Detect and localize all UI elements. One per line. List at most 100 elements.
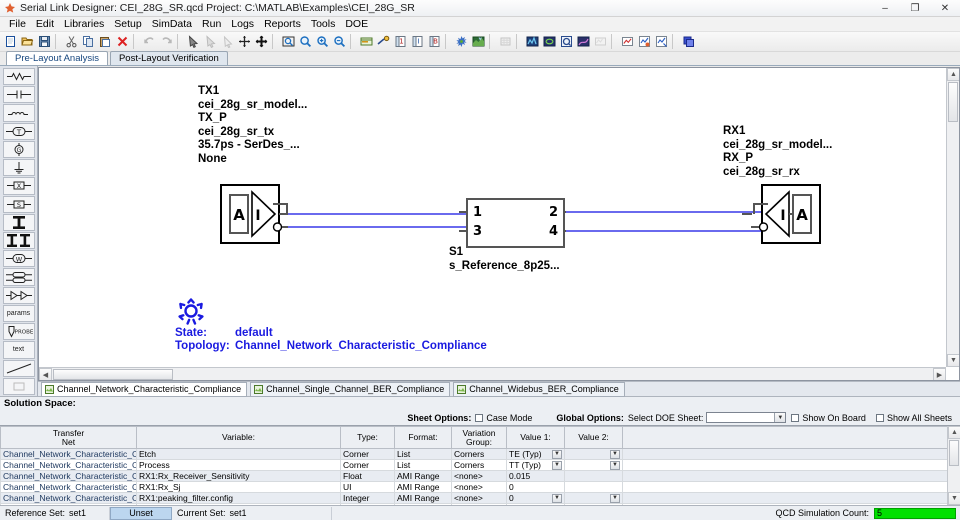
cell-type[interactable]: String — [341, 504, 395, 506]
cell-transfer-net[interactable]: Channel_Network_Characteristic_Complianc… — [1, 482, 137, 493]
cell-format[interactable]: List — [395, 449, 452, 460]
sparam-tool[interactable]: S — [3, 196, 35, 213]
cell-variation-group[interactable]: <none> — [452, 482, 507, 493]
check-blue-icon[interactable] — [636, 33, 653, 50]
sheet-tab-network-characteristic[interactable]: Channel_Network_Characteristic_Complianc… — [41, 382, 247, 397]
delete-icon[interactable] — [114, 33, 131, 50]
plot-eye-icon[interactable] — [541, 33, 558, 50]
net-icon[interactable] — [375, 33, 392, 50]
solution-space-table-wrapper[interactable]: TransferNet Variable: Type: Format: Vari… — [0, 425, 960, 505]
source-tool[interactable]: G — [3, 141, 35, 158]
cell-format[interactable]: List — [395, 460, 452, 471]
col-transfer-net[interactable]: TransferNet — [1, 427, 137, 449]
cell-value2[interactable]: ▼ — [565, 504, 623, 506]
menu-libraries[interactable]: Libraries — [59, 17, 109, 31]
scroll-left-arrow[interactable]: ◀ — [39, 368, 52, 381]
w-element-tool[interactable]: W — [3, 250, 35, 267]
solve-icon[interactable] — [453, 33, 470, 50]
inductor-tool[interactable] — [3, 104, 35, 121]
cell-variation-group[interactable]: Corners — [452, 449, 507, 460]
cell-filler[interactable] — [623, 482, 948, 493]
check-blue2-icon[interactable] — [653, 33, 670, 50]
table-row[interactable]: Channel_Network_Characteristic_Complianc… — [1, 493, 948, 504]
unset-button[interactable]: Unset — [110, 507, 172, 520]
table-row[interactable]: Channel_Network_Characteristic_Complianc… — [1, 449, 948, 460]
cell-value2[interactable] — [565, 471, 623, 482]
select-line-icon[interactable] — [219, 33, 236, 50]
canvas-horizontal-scrollbar[interactable]: ◀ ▶ — [39, 367, 946, 380]
resistor-tool[interactable] — [3, 68, 35, 85]
undo-icon[interactable] — [141, 33, 158, 50]
table-vscroll-thumb[interactable] — [949, 440, 959, 466]
cell-filler[interactable] — [623, 449, 948, 460]
show-all-sheets-checkbox[interactable] — [876, 414, 884, 422]
redo-icon[interactable] — [158, 33, 175, 50]
table-row[interactable]: Channel_Network_Characteristic_Complianc… — [1, 471, 948, 482]
plot-waveform-icon[interactable] — [524, 33, 541, 50]
cell-value2[interactable]: ▼ — [565, 460, 623, 471]
chevron-down-icon[interactable]: ▼ — [774, 413, 785, 422]
chevron-down-icon[interactable]: ▼ — [552, 461, 562, 470]
cell-transfer-net[interactable]: Channel_Network_Characteristic_Complianc… — [1, 449, 137, 460]
copy-icon[interactable] — [80, 33, 97, 50]
minimize-button[interactable]: – — [870, 0, 900, 17]
show-on-board-checkbox[interactable] — [791, 414, 799, 422]
open-icon[interactable] — [19, 33, 36, 50]
xconnect-tool[interactable]: X — [3, 177, 35, 194]
menu-setup[interactable]: Setup — [109, 17, 146, 31]
menu-doe[interactable]: DOE — [340, 17, 373, 31]
ground-tool[interactable] — [3, 159, 35, 176]
cell-variable[interactable]: RX1:peaking_filter.mode — [137, 504, 341, 506]
hscroll-thumb[interactable] — [53, 369, 173, 380]
cell-value1[interactable]: 0▼ — [507, 493, 565, 504]
col-value2[interactable]: Value 2: — [565, 427, 623, 449]
cell-value2[interactable] — [565, 482, 623, 493]
move-cross-icon[interactable] — [236, 33, 253, 50]
cell-variable[interactable]: Etch — [137, 449, 341, 460]
table-vertical-scrollbar[interactable]: ▲ ▼ — [947, 426, 960, 505]
sheet-tab-single-channel-ber[interactable]: Channel_Single_Channel_BER_Compliance — [250, 382, 450, 397]
select-arrow-icon[interactable] — [185, 33, 202, 50]
cell-variable[interactable]: RX1:peaking_filter.config — [137, 493, 341, 504]
tab-post-layout-verification[interactable]: Post-Layout Verification — [110, 51, 228, 65]
cell-filler[interactable] — [623, 504, 948, 506]
zoom-in-icon[interactable] — [314, 33, 331, 50]
chevron-down-icon[interactable]: ▼ — [610, 494, 620, 503]
table-row[interactable]: Channel_Network_Characteristic_Complianc… — [1, 504, 948, 506]
cell-filler[interactable] — [623, 471, 948, 482]
cell-type[interactable]: UI — [341, 482, 395, 493]
tab-pre-layout-analysis[interactable]: Pre-Layout Analysis — [6, 51, 108, 65]
chevron-down-icon[interactable]: ▼ — [610, 450, 620, 459]
cell-variation-group[interactable]: <none> — [452, 493, 507, 504]
cell-transfer-net[interactable]: Channel_Network_Characteristic_Complianc… — [1, 504, 137, 506]
capacitor-tool[interactable] — [3, 86, 35, 103]
scroll-down-arrow[interactable]: ▼ — [947, 354, 960, 367]
cell-type[interactable]: Integer — [341, 493, 395, 504]
sheet-icon[interactable] — [358, 33, 375, 50]
col-variable[interactable]: Variable: — [137, 427, 341, 449]
menu-edit[interactable]: Edit — [31, 17, 59, 31]
cell-transfer-net[interactable]: Channel_Network_Characteristic_Complianc… — [1, 493, 137, 504]
cell-format[interactable]: AMI Range — [395, 471, 452, 482]
chevron-down-icon[interactable]: ▼ — [552, 450, 562, 459]
interface-1-icon[interactable]: 1 — [392, 33, 409, 50]
plot-report-icon[interactable] — [558, 33, 575, 50]
table-row[interactable]: Channel_Network_Characteristic_Complianc… — [1, 460, 948, 471]
case-mode-checkbox[interactable] — [475, 414, 483, 422]
pan-icon[interactable] — [253, 33, 270, 50]
cell-variable[interactable]: RX1:Rx_Receiver_Sensitivity — [137, 471, 341, 482]
col-variation-group[interactable]: VariationGroup: — [452, 427, 507, 449]
canvas-vertical-scrollbar[interactable]: ▲ ▼ — [946, 68, 959, 367]
w-element-pair-tool[interactable] — [3, 268, 35, 285]
new-icon[interactable] — [2, 33, 19, 50]
cell-variation-group[interactable]: Corners — [452, 460, 507, 471]
cell-filler[interactable] — [623, 460, 948, 471]
col-value1[interactable]: Value 1: — [507, 427, 565, 449]
cell-variable[interactable]: RX1:Rx_Sj — [137, 482, 341, 493]
line-tool[interactable] — [3, 360, 35, 377]
chevron-down-icon[interactable]: ▼ — [552, 494, 562, 503]
probe-tool[interactable]: PROBE — [3, 323, 35, 340]
cell-transfer-net[interactable]: Channel_Network_Characteristic_Complianc… — [1, 471, 137, 482]
cell-format[interactable]: AMI Range — [395, 493, 452, 504]
cell-type[interactable]: Float — [341, 471, 395, 482]
